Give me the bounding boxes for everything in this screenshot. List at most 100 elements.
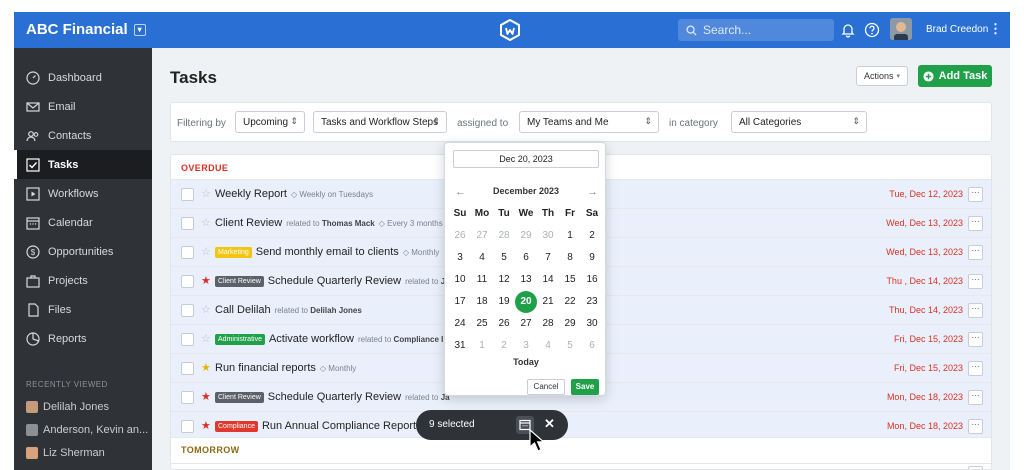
actions-button[interactable]: Actions ▾ xyxy=(856,66,908,86)
table-row[interactable]: ★ ComplianceRun Annual Compliance Reportr… xyxy=(171,411,991,440)
calendar-day[interactable]: 4 xyxy=(471,247,493,269)
star-outline-icon[interactable]: ☆ xyxy=(201,216,211,229)
star-filled-icon[interactable]: ★ xyxy=(201,361,211,374)
bell-icon[interactable] xyxy=(840,22,856,38)
calendar-day[interactable]: 29 xyxy=(559,313,581,335)
calendar-day[interactable]: 26 xyxy=(449,225,471,247)
calendar-day[interactable]: 29 xyxy=(515,225,537,247)
sidebar-item-opportunities[interactable]: $ Opportunities xyxy=(14,237,152,266)
user-avatar[interactable] xyxy=(890,18,912,40)
calendar-day[interactable]: 8 xyxy=(559,247,581,269)
calendar-day[interactable]: 2 xyxy=(493,335,515,357)
calendar-day[interactable]: 22 xyxy=(559,291,581,313)
row-checkbox[interactable] xyxy=(181,275,194,288)
task-title-group[interactable]: ComplianceRun Annual Compliance Reportre… xyxy=(215,420,429,432)
row-more-button[interactable]: ··· xyxy=(968,332,983,347)
task-title-group[interactable]: Call Delilah related to Delilah Jones xyxy=(215,304,362,316)
star-filled-icon[interactable]: ★ xyxy=(201,274,211,287)
arrow-right-icon[interactable]: → xyxy=(587,186,598,198)
calendar-day[interactable]: 1 xyxy=(471,335,493,357)
calendar-day[interactable]: 21 xyxy=(537,291,559,313)
timeframe-select[interactable]: Upcoming ⇕ xyxy=(235,111,305,133)
task-title-group[interactable]: Run financial reports ◇ Monthly xyxy=(215,362,356,374)
calendar-day[interactable]: 18 xyxy=(471,291,493,313)
cancel-button[interactable]: Cancel xyxy=(527,379,565,395)
star-outline-icon[interactable]: ☆ xyxy=(201,245,211,258)
account-switcher[interactable]: ABC Financial ▾ xyxy=(26,21,146,38)
sidebar-item-email[interactable]: Email xyxy=(14,92,152,121)
row-more-button[interactable]: ··· xyxy=(968,390,983,405)
calendar-day[interactable]: 4 xyxy=(537,335,559,357)
task-title-group[interactable]: Weekly Report ◇ Weekly on Tuesdays xyxy=(215,188,373,200)
task-title-group[interactable]: Client Review related to Thomas Mack ◇ Eve… xyxy=(215,217,443,229)
arrow-left-icon[interactable]: ← xyxy=(455,186,466,198)
category-select[interactable]: All Categories ⇕ xyxy=(731,111,867,133)
user-name[interactable]: Brad Creedon xyxy=(926,24,988,35)
row-more-button[interactable]: ··· xyxy=(968,245,983,260)
calendar-day[interactable]: 24 xyxy=(449,313,471,335)
row-more-button[interactable]: ··· xyxy=(968,187,983,202)
save-button[interactable]: Save xyxy=(571,379,599,395)
row-checkbox[interactable] xyxy=(181,246,194,259)
sidebar-item-tasks[interactable]: Tasks xyxy=(14,150,152,179)
calendar-day[interactable]: 28 xyxy=(537,313,559,335)
calendar-day[interactable]: 23 xyxy=(581,291,603,313)
star-outline-icon[interactable]: ☆ xyxy=(201,303,211,316)
row-checkbox[interactable] xyxy=(181,333,194,346)
calendar-day[interactable]: 31 xyxy=(449,335,471,357)
table-row[interactable] xyxy=(171,463,991,469)
calendar-day[interactable]: 25 xyxy=(471,313,493,335)
row-checkbox[interactable] xyxy=(181,217,194,230)
sidebar-item-files[interactable]: Files xyxy=(14,295,152,324)
task-title-group[interactable]: Client Review Schedule Quarterly Review re… xyxy=(215,275,450,287)
row-more-button[interactable]: ··· xyxy=(968,303,983,318)
recent-item[interactable]: Liz Sherman xyxy=(26,447,105,459)
calendar-day[interactable]: 11 xyxy=(471,269,493,291)
task-title-group[interactable]: Client Review Schedule Quarterly Review re… xyxy=(215,391,450,403)
task-title-group[interactable]: Administrative Activate workflow related t… xyxy=(215,333,443,345)
more-vertical-icon[interactable]: ⋮ xyxy=(989,22,1002,36)
search-input[interactable]: Search... xyxy=(678,19,834,41)
calendar-day[interactable]: 20 xyxy=(515,291,537,313)
calendar-day[interactable]: 9 xyxy=(581,247,603,269)
row-more-button[interactable] xyxy=(968,466,983,469)
row-checkbox[interactable] xyxy=(181,420,194,433)
star-outline-icon[interactable]: ☆ xyxy=(201,187,211,200)
sidebar-item-projects[interactable]: Projects xyxy=(14,266,152,295)
calendar-day[interactable]: 27 xyxy=(471,225,493,247)
sidebar-item-workflows[interactable]: Workflows xyxy=(14,179,152,208)
assigned-select[interactable]: My Teams and Me ⇕ xyxy=(519,111,659,133)
calendar-day[interactable]: 10 xyxy=(449,269,471,291)
star-filled-icon[interactable]: ★ xyxy=(201,390,211,403)
calendar-day[interactable]: 5 xyxy=(559,335,581,357)
calendar-day[interactable]: 6 xyxy=(581,335,603,357)
star-filled-icon[interactable]: ★ xyxy=(201,419,211,432)
row-checkbox[interactable] xyxy=(181,391,194,404)
calendar-day[interactable]: 7 xyxy=(537,247,559,269)
date-input[interactable]: Dec 20, 2023 xyxy=(453,150,599,168)
today-button[interactable]: Today xyxy=(445,357,607,367)
row-more-button[interactable]: ··· xyxy=(968,216,983,231)
sidebar-item-reports[interactable]: Reports xyxy=(14,324,152,353)
calendar-day[interactable]: 13 xyxy=(515,269,537,291)
calendar-day[interactable]: 12 xyxy=(493,269,515,291)
task-type-select[interactable]: Tasks and Workflow Steps ⇕ xyxy=(313,111,447,133)
row-checkbox[interactable] xyxy=(181,362,194,375)
row-more-button[interactable]: ··· xyxy=(968,274,983,289)
add-task-button[interactable]: Add Task xyxy=(918,65,992,87)
recent-item[interactable]: Anderson, Kevin an... xyxy=(26,424,148,436)
calendar-day[interactable]: 26 xyxy=(493,313,515,335)
calendar-day[interactable]: 17 xyxy=(449,291,471,313)
calendar-day[interactable]: 2 xyxy=(581,225,603,247)
calendar-day[interactable]: 15 xyxy=(559,269,581,291)
calendar-day[interactable]: 19 xyxy=(493,291,515,313)
calendar-day[interactable]: 27 xyxy=(515,313,537,335)
row-more-button[interactable]: ··· xyxy=(968,361,983,376)
row-more-button[interactable]: ··· xyxy=(968,419,983,434)
calendar-day[interactable]: 30 xyxy=(581,313,603,335)
sidebar-item-calendar[interactable]: Calendar xyxy=(14,208,152,237)
help-icon[interactable] xyxy=(864,22,880,38)
calendar-day[interactable]: 1 xyxy=(559,225,581,247)
row-checkbox[interactable] xyxy=(181,304,194,317)
task-title-group[interactable]: Marketing Send monthly email to clients ◇ … xyxy=(215,246,439,258)
